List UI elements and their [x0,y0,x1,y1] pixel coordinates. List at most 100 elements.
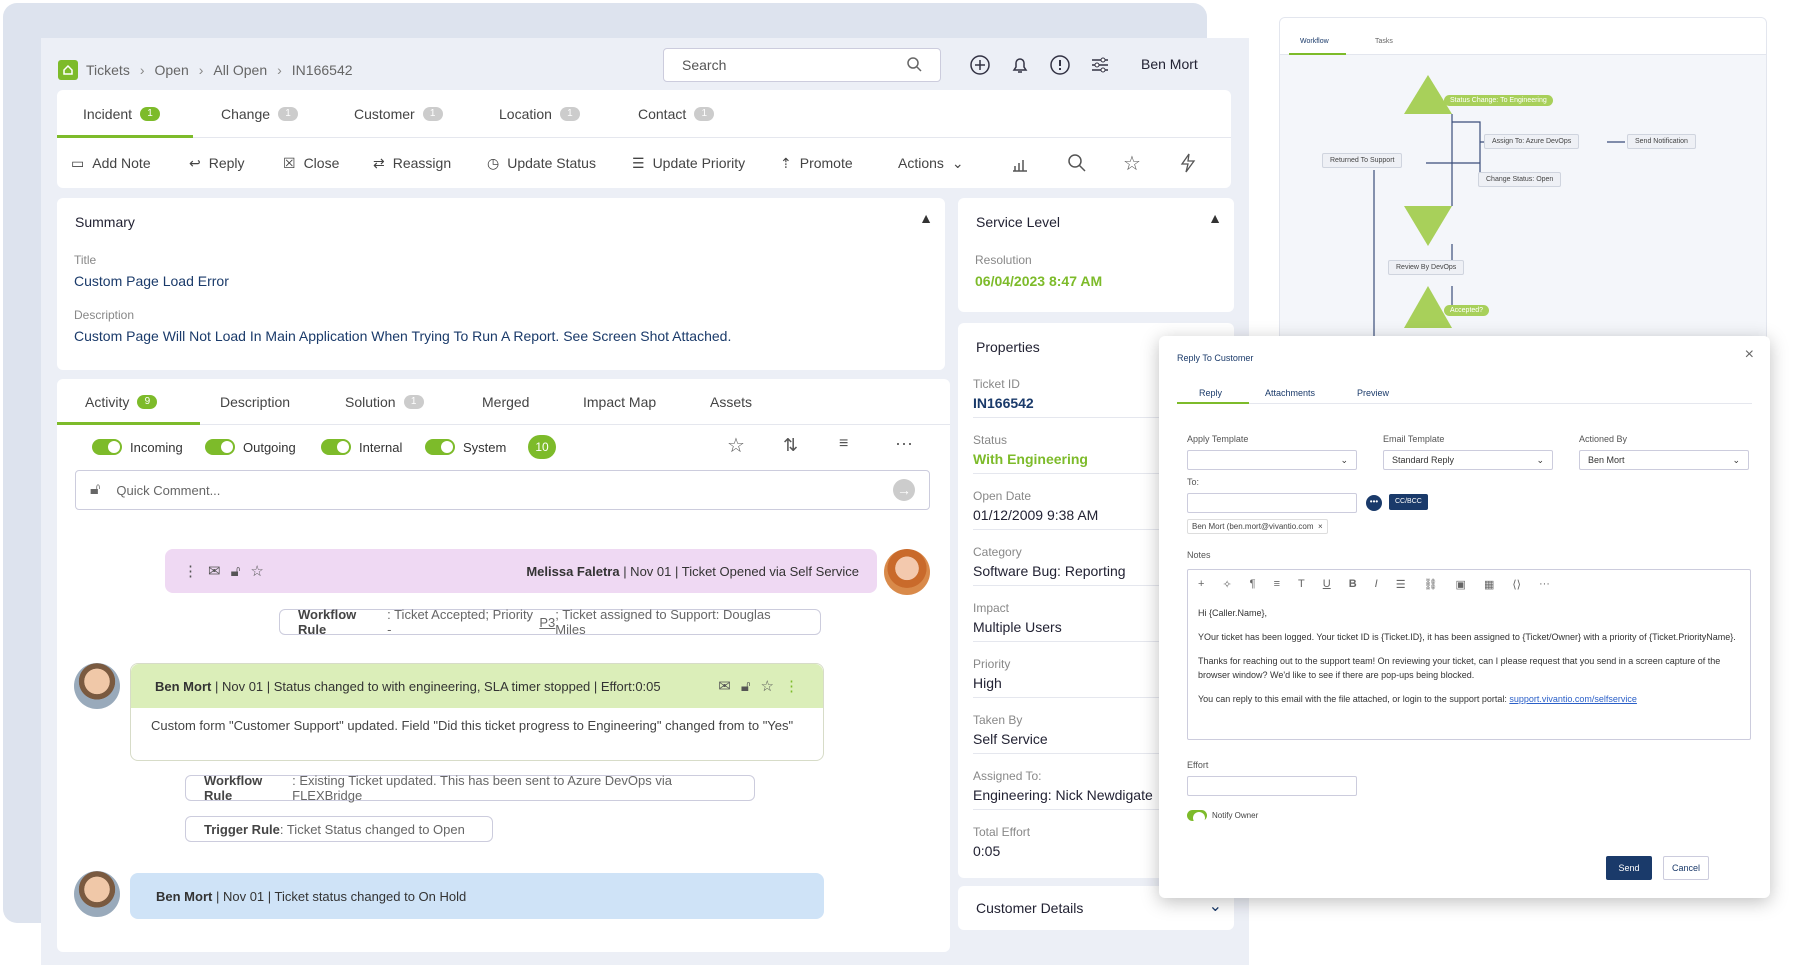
filter-incoming[interactable]: Incoming [92,439,183,455]
tab-attachments[interactable]: Attachments [1265,388,1315,398]
more-icon[interactable]: ••• [1366,495,1382,511]
email-template-select[interactable]: Standard Reply ⌄ [1383,450,1553,470]
link-icon[interactable]: ⛓ [1424,578,1438,591]
image-icon[interactable]: ▣ [1456,578,1466,591]
priority-link[interactable]: P3 [539,615,555,630]
star-icon[interactable]: ☆ [761,677,774,695]
underline-icon[interactable]: U [1323,578,1331,590]
lock-icon[interactable]: 🔓︎ [231,563,241,580]
tab-solution[interactable]: Solution 1 [345,379,424,425]
tab-change[interactable]: Change 1 [221,90,299,138]
add-icon[interactable] [969,54,991,81]
star-icon[interactable]: ☆ [250,562,263,580]
remove-icon[interactable]: × [1318,522,1323,531]
reply-button[interactable]: ↩ Reply [189,138,245,188]
more-icon[interactable]: ··· [895,433,913,454]
more-vertical-icon[interactable]: ⋮ [183,562,198,580]
toggle-switch[interactable] [205,439,235,455]
chevron-down-icon[interactable]: ⌄ [1209,896,1222,916]
reassign-button[interactable]: ⇄ Reassign [373,138,451,188]
magic-icon[interactable]: ✧ [1222,578,1231,591]
search-input[interactable]: Search [663,48,941,82]
filter-system[interactable]: System [425,439,506,455]
bullet-list-icon[interactable]: ☰ [1396,578,1406,591]
node-change-status[interactable]: Change Status: Open [1478,172,1562,187]
more-icon[interactable]: ··· [1539,578,1550,590]
close-icon[interactable]: × [1745,346,1754,364]
align-icon[interactable]: ≡ [1274,578,1280,590]
promote-button[interactable]: ⇡ Promote [780,138,853,188]
filter-icon[interactable]: ≡ [839,435,848,453]
quick-comment-input[interactable]: 🔓︎ Quick Comment... → [75,470,930,510]
italic-icon[interactable]: I [1375,578,1378,590]
actions-dropdown[interactable]: Actions ⌄ [898,138,964,188]
effort-input[interactable] [1187,776,1357,796]
search-icon[interactable] [1067,138,1087,188]
tab-impact-map[interactable]: Impact Map [583,379,656,425]
notify-owner-toggle[interactable]: Notify Owner [1187,810,1258,824]
tab-location[interactable]: Location 1 [499,90,580,138]
promote-label: Promote [799,155,853,171]
update-priority-button[interactable]: ☰ Update Priority [632,138,745,188]
lock-icon[interactable]: 🔓︎ [90,481,100,499]
table-icon[interactable]: ▦ [1484,578,1494,591]
filter-outgoing[interactable]: Outgoing [205,439,296,455]
tab-incident[interactable]: Incident 1 [83,90,161,138]
code-icon[interactable]: ⟨⟩ [1512,578,1521,591]
breadcrumb-all-open[interactable]: All Open [213,62,267,78]
node-accepted[interactable]: Accepted? [1444,305,1490,316]
add-icon[interactable]: + [1198,578,1204,590]
email-icon[interactable]: ✉ [718,677,731,695]
star-icon[interactable]: ☆ [1123,138,1141,188]
node-send-notification[interactable]: Send Notification [1627,134,1696,149]
filter-internal[interactable]: Internal [321,439,402,455]
home-icon[interactable] [58,60,78,80]
chart-icon[interactable] [1010,138,1030,188]
node-assign[interactable]: Assign To: Azure DevOps [1484,134,1580,149]
close-button[interactable]: ☒ Close [283,138,339,188]
send-arrow-icon[interactable]: → [893,479,915,501]
toggle-switch[interactable] [321,439,351,455]
tab-reply[interactable]: Reply [1199,388,1222,398]
send-button[interactable]: Send [1606,856,1652,880]
add-note-button[interactable]: ▭ Add Note [71,138,151,188]
cc-bcc-button[interactable]: CC/BCC [1389,494,1428,510]
text-icon[interactable]: T [1298,578,1305,590]
tab-preview[interactable]: Preview [1357,388,1389,398]
tab-description[interactable]: Description [220,379,290,425]
breadcrumb-tickets[interactable]: Tickets [86,62,130,78]
cancel-button[interactable]: Cancel [1663,856,1709,880]
sort-icon[interactable]: ⇅ [783,435,798,456]
tab-assets[interactable]: Assets [710,379,752,425]
notes-editor[interactable]: + ✧ ¶ ≡ T U B I ☰ ⛓ ▣ ▦ ⟨⟩ ··· Hi {Caller.Name}, YOur… [1187,569,1751,740]
lightning-icon[interactable] [1179,138,1197,188]
toggle-switch[interactable] [1187,810,1207,824]
user-name[interactable]: Ben Mort [1141,56,1198,72]
node-status-change[interactable]: Status Change: To Engineering [1444,95,1553,106]
tab-contact[interactable]: Contact 1 [638,90,715,138]
email-icon[interactable]: ✉ [208,562,221,580]
star-icon[interactable]: ☆ [727,433,745,458]
collapse-icon[interactable]: ▲ [919,210,933,226]
toggle-switch[interactable] [92,439,122,455]
support-portal-link[interactable]: support.vivantio.com/selfservice [1509,694,1637,704]
toggle-switch[interactable] [425,439,455,455]
apply-template-select[interactable]: ⌄ [1187,450,1357,470]
tab-activity[interactable]: Activity 9 [85,379,158,425]
tab-customer[interactable]: Customer 1 [354,90,443,138]
update-status-button[interactable]: ◷ Update Status [487,138,596,188]
to-input[interactable] [1187,493,1357,513]
breadcrumb-open[interactable]: Open [155,62,189,78]
alert-icon[interactable] [1049,54,1071,81]
node-returned-to-support[interactable]: Returned To Support [1322,153,1403,168]
node-review[interactable]: Review By DevOps [1388,260,1465,275]
actioned-by-select[interactable]: Ben Mort ⌄ [1579,450,1749,470]
settings-sliders-icon[interactable] [1089,54,1111,81]
collapse-icon[interactable]: ▲ [1208,210,1222,226]
more-vertical-icon[interactable]: ⋮ [784,677,799,695]
bell-icon[interactable] [1009,54,1031,81]
lock-icon[interactable]: 🔓︎ [741,678,751,695]
bold-icon[interactable]: B [1349,578,1357,590]
tab-merged[interactable]: Merged [482,379,529,425]
paragraph-icon[interactable]: ¶ [1250,578,1256,590]
